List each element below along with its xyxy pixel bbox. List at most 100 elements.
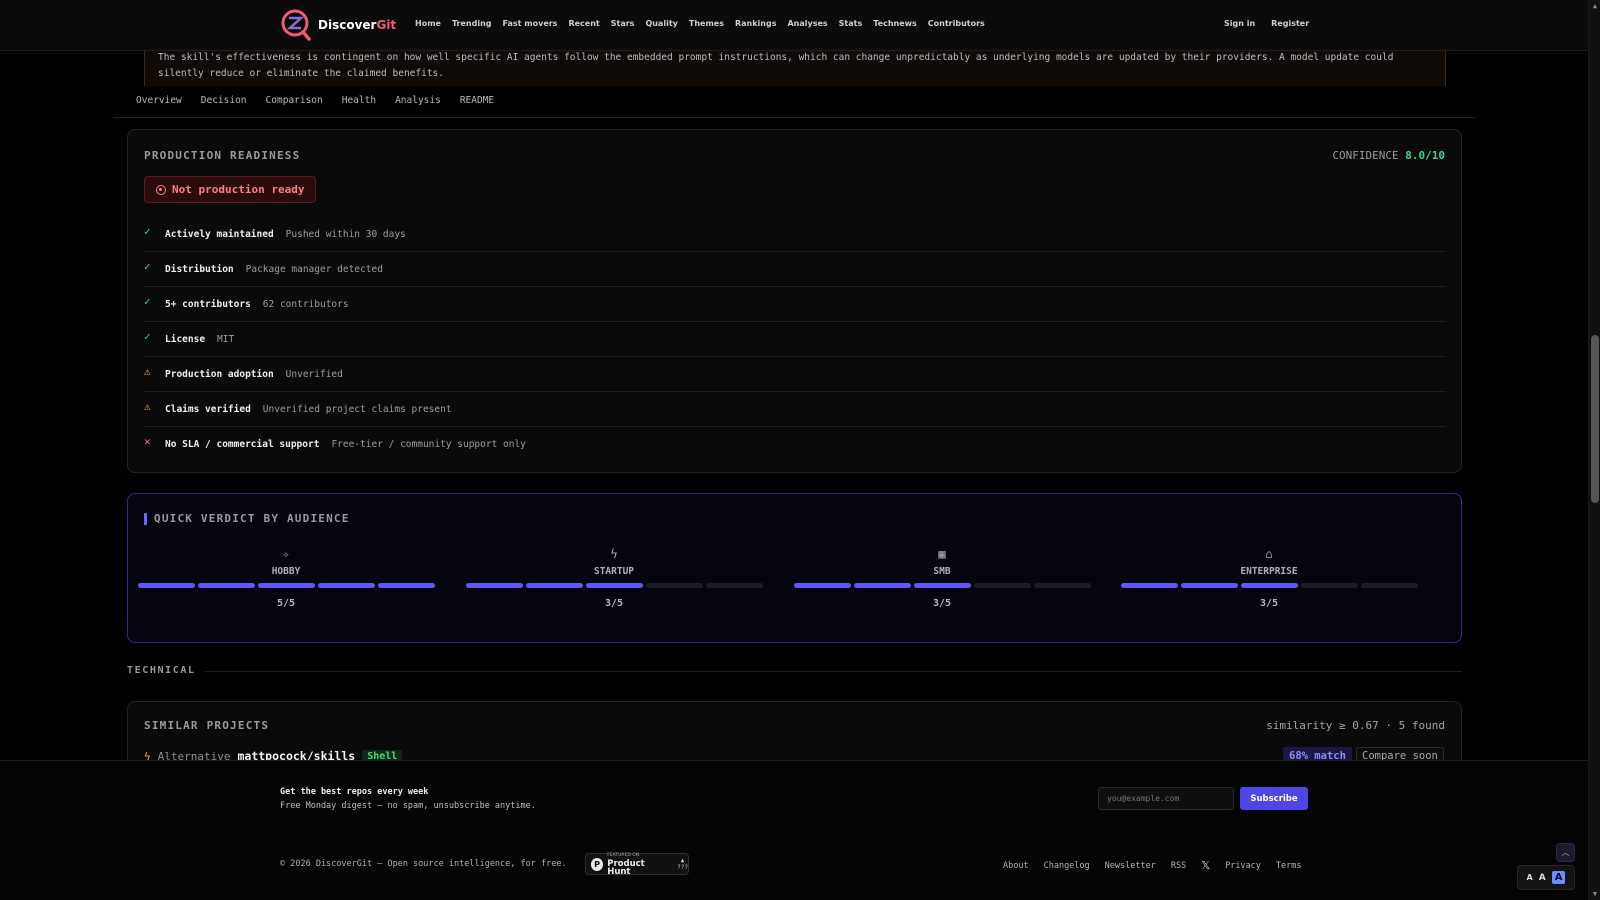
audience-startup: ϟ STARTUP 3/5	[464, 547, 764, 609]
readiness-checklist: ✓ Actively maintained Pushed within 30 d…	[144, 217, 1446, 462]
building-icon: ▦	[938, 547, 946, 561]
product-hunt-icon: P	[591, 857, 604, 871]
check-icon: ✓	[144, 259, 151, 273]
check-description: MIT	[217, 333, 235, 345]
footer-link-rss[interactable]: RSS	[1171, 861, 1186, 871]
font-size-large[interactable]: A	[1551, 871, 1566, 884]
stop-circle-icon	[156, 184, 166, 195]
nav-trending[interactable]: Trending	[452, 19, 492, 28]
brand-name-part2: Git	[376, 18, 397, 32]
check-row: ✓ License MIT	[144, 322, 1446, 357]
scroll-thumb[interactable]	[1591, 335, 1599, 503]
check-description: Unverified project claims present	[262, 403, 452, 415]
check-row: ✓ Distribution Package manager detected	[144, 252, 1446, 287]
quick-verdict-title: QUICK VERDICT BY AUDIENCE	[154, 512, 350, 525]
footer-link-changelog[interactable]: Changelog	[1044, 861, 1090, 871]
footer-link-terms[interactable]: Terms	[1276, 861, 1302, 871]
score-bar-segment	[705, 583, 763, 588]
score-bars	[1119, 583, 1419, 588]
audience-smb: ▦ SMB 3/5	[792, 547, 1092, 609]
check-label: Claims verified	[165, 403, 251, 415]
tab-health[interactable]: Health	[342, 95, 376, 106]
audience-score: 3/5	[604, 598, 624, 609]
score-bar-segment	[1240, 583, 1298, 588]
score-bar-segment	[257, 583, 315, 588]
confidence-score: 8.0/10	[1405, 149, 1445, 162]
nav-fast-movers[interactable]: Fast movers	[503, 19, 558, 28]
nav-home[interactable]: Home	[415, 19, 441, 28]
score-bar-segment	[377, 583, 435, 588]
cross-icon: ✕	[144, 435, 151, 448]
tab-analysis[interactable]: Analysis	[395, 95, 441, 106]
check-row: ⚠ Claims verified Unverified project cla…	[144, 392, 1446, 427]
score-bar-segment	[913, 583, 971, 588]
nav-stars[interactable]: Stars	[611, 19, 635, 28]
check-description: Package manager detected	[245, 263, 383, 275]
product-hunt-text: FEATURED ON Product Hunt	[607, 852, 667, 876]
tab-decision[interactable]: Decision	[201, 95, 247, 106]
newsletter-title: Get the best repos every week	[280, 787, 429, 797]
lightning-icon: ϟ	[610, 547, 618, 561]
email-input[interactable]	[1098, 787, 1234, 810]
nav-recent[interactable]: Recent	[568, 19, 599, 28]
sign-in-link[interactable]: Sign in	[1224, 19, 1255, 28]
nav-quality[interactable]: Quality	[645, 19, 677, 28]
logo[interactable]: DiscoverGit	[280, 8, 396, 42]
brand-name: DiscoverGit	[318, 18, 396, 32]
scroll-up-arrow-icon[interactable]: ▲	[1591, 2, 1599, 10]
score-bar-segment	[1033, 583, 1091, 588]
product-hunt-badge[interactable]: P FEATURED ON Product Hunt ▲???	[585, 852, 689, 876]
audience-label: HOBBY	[271, 566, 301, 577]
score-bar-segment	[645, 583, 703, 588]
check-label: Production adoption	[165, 368, 274, 380]
footer: Get the best repos every week Free Monda…	[0, 760, 1588, 900]
score-bar-segment	[317, 583, 375, 588]
nav-themes[interactable]: Themes	[689, 19, 724, 28]
nav-technews[interactable]: Technews	[873, 19, 917, 28]
production-status-text: Not production ready	[172, 183, 305, 196]
footer-link-newsletter[interactable]: Newsletter	[1105, 861, 1156, 871]
check-description: Unverified	[285, 368, 343, 380]
sparkle-icon: ✧	[282, 547, 290, 561]
score-bar-segment	[1120, 583, 1178, 588]
nav-contributors[interactable]: Contributors	[928, 19, 985, 28]
check-description: Pushed within 30 days	[285, 228, 406, 240]
register-link[interactable]: Register	[1271, 19, 1309, 28]
check-row: ✕ No SLA / commercial support Free-tier …	[144, 427, 1446, 462]
font-size-medium[interactable]: A	[1539, 873, 1546, 883]
tab-comparison[interactable]: Comparison	[266, 95, 323, 106]
audience-enterprise: ⌂ ENTERPRISE 3/5	[1119, 547, 1419, 609]
footer-link-privacy[interactable]: Privacy	[1225, 861, 1261, 871]
nav-links: Home Trending Fast movers Recent Stars Q…	[415, 19, 985, 28]
copyright: © 2026 DiscoverGit — Open source intelli…	[280, 859, 567, 869]
similar-projects-title: SIMILAR PROJECTS	[144, 719, 270, 732]
score-bar-segment	[585, 583, 643, 588]
audience-label: SMB	[933, 566, 951, 577]
tabs-divider	[113, 117, 1476, 118]
nav-rankings[interactable]: Rankings	[735, 19, 777, 28]
score-bar-segment	[853, 583, 911, 588]
confidence: CONFIDENCE 8.0/10	[1332, 149, 1445, 162]
check-icon: ✓	[144, 294, 151, 308]
x-twitter-icon[interactable]: 𝕏	[1201, 859, 1210, 872]
page-scrollbar[interactable]: ▲ ▼	[1588, 0, 1600, 900]
tab-overview[interactable]: Overview	[136, 95, 182, 106]
footer-link-about[interactable]: About	[1003, 861, 1029, 871]
scroll-down-arrow-icon[interactable]: ▼	[1591, 890, 1599, 898]
tab-readme[interactable]: README	[460, 95, 494, 106]
check-row: ✓ Actively maintained Pushed within 30 d…	[144, 217, 1446, 252]
nav-stats[interactable]: Stats	[839, 19, 863, 28]
nav-analyses[interactable]: Analyses	[787, 19, 827, 28]
check-icon: ✓	[144, 329, 151, 343]
score-bar-segment	[1180, 583, 1238, 588]
technical-divider	[205, 671, 1462, 672]
subscribe-button[interactable]: Subscribe	[1240, 787, 1308, 810]
font-size-small[interactable]: A	[1527, 873, 1533, 882]
quick-verdict-card: QUICK VERDICT BY AUDIENCE ✧ HOBBY 5/5 ϟ …	[127, 493, 1462, 643]
check-label: Distribution	[165, 263, 234, 275]
back-to-top-button[interactable]: ︿	[1556, 843, 1575, 862]
check-label: License	[165, 333, 206, 345]
check-description: 62 contributors	[262, 298, 349, 310]
upvote-count: ???	[677, 864, 688, 871]
product-hunt-name: Product Hunt	[607, 859, 645, 877]
